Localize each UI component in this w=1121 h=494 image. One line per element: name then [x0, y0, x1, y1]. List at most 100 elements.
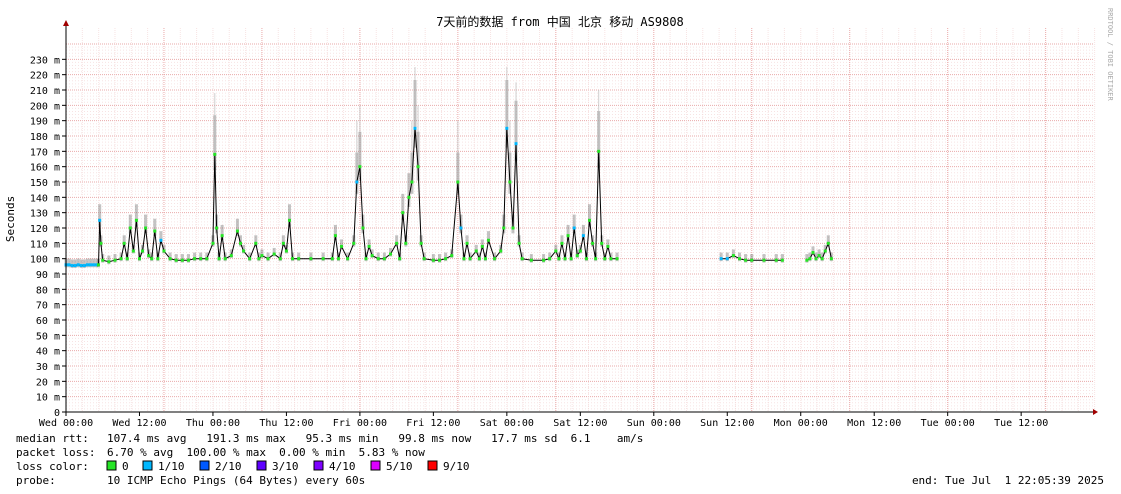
median-point: [499, 249, 503, 253]
x-axis-arrow: [1093, 409, 1098, 415]
median-point: [404, 241, 408, 245]
median-point: [321, 257, 325, 261]
median-point: [168, 257, 172, 261]
y-tick-label: 180 m: [30, 132, 60, 143]
median-point: [141, 249, 145, 253]
median-point: [731, 254, 735, 258]
packet-loss-label: packet loss:: [16, 446, 95, 459]
median-point: [67, 263, 71, 267]
median-point: [205, 257, 209, 261]
median-point: [266, 257, 270, 261]
median-point: [364, 257, 368, 261]
median-point: [554, 249, 558, 253]
median-point: [346, 257, 350, 261]
median-point: [119, 257, 123, 261]
median-point: [814, 257, 818, 261]
median-point: [281, 241, 285, 245]
median-point: [826, 241, 830, 245]
median-point: [297, 257, 301, 261]
median-point: [829, 257, 833, 261]
x-tick-label: Tue 12:00: [994, 418, 1048, 429]
grid: [65, 28, 1096, 413]
median-point: [505, 126, 509, 130]
median-point: [153, 229, 157, 233]
median-point: [407, 195, 411, 199]
x-tick-label: Fri 12:00: [406, 418, 460, 429]
y-tick-label: 30 m: [36, 362, 60, 373]
median-point: [355, 180, 359, 184]
median-point: [131, 249, 135, 253]
loss-color-swatch: [142, 460, 153, 471]
median-point: [480, 244, 484, 248]
median-point: [581, 234, 585, 238]
median-point: [548, 257, 552, 261]
median-point: [606, 244, 610, 248]
median-point: [805, 258, 809, 262]
median-point: [514, 142, 518, 146]
median-point: [101, 258, 105, 262]
median-point: [159, 238, 163, 242]
loss-color-swatch: [199, 460, 210, 471]
x-tick-label: Sun 12:00: [700, 418, 754, 429]
smokeping-chart: 7天前的数据 from 中国 北京 移动 AS9808 RRDTOOL / TO…: [4, 8, 1114, 487]
y-tick-label: 210 m: [30, 86, 60, 97]
median-point: [98, 218, 102, 222]
median-point: [287, 218, 291, 222]
median-point: [367, 244, 371, 248]
probe-label: probe:: [16, 474, 56, 487]
y-tick-label: 190 m: [30, 117, 60, 128]
loss-color-swatch: [106, 460, 117, 471]
median-point: [456, 180, 460, 184]
median-point: [217, 257, 221, 261]
median-point: [483, 257, 487, 261]
median-point: [220, 234, 224, 238]
loss-color-value: 5/10: [386, 460, 413, 473]
y-axis-label: Seconds: [4, 196, 17, 242]
median-point: [107, 260, 111, 264]
median-point: [572, 226, 576, 230]
median-point: [609, 257, 613, 261]
median-point: [254, 241, 258, 245]
median-point: [147, 254, 151, 258]
median-point: [82, 264, 86, 268]
median-point: [823, 249, 827, 253]
y-tick-label: 200 m: [30, 101, 60, 112]
median-point: [96, 263, 100, 267]
median-point: [750, 258, 754, 262]
median-point: [502, 226, 506, 230]
median-rtt-values: 107.4 ms avg 191.3 ms max 95.3 ms min 99…: [107, 432, 643, 445]
loss-color-value: 4/10: [329, 460, 356, 473]
x-tick-label: Tue 00:00: [921, 418, 975, 429]
median-point: [486, 238, 490, 242]
loss-color-value: 1/10: [158, 460, 185, 473]
x-tick-label: Thu 00:00: [186, 418, 240, 429]
median-point: [144, 226, 148, 230]
median-point: [738, 257, 742, 261]
y-tick-label: 100 m: [30, 255, 60, 266]
median-point: [459, 226, 463, 230]
median-point: [597, 149, 601, 153]
median-point: [125, 257, 129, 261]
y-tick-label: 170 m: [30, 147, 60, 158]
median-rtt-label: median rtt:: [16, 432, 89, 445]
median-point: [272, 252, 276, 256]
median-point: [560, 241, 564, 245]
median-point: [352, 241, 356, 245]
median-point: [584, 257, 588, 261]
median-point: [450, 254, 454, 258]
median-point: [213, 152, 217, 156]
median-point: [817, 254, 821, 258]
y-tick-label: 40 m: [36, 347, 60, 358]
median-point: [416, 165, 420, 169]
loss-color-swatch: [313, 460, 324, 471]
rrdtool-watermark: RRDTOOL / TOBI OETIKER: [1106, 8, 1114, 102]
median-point: [122, 241, 126, 245]
median-point: [557, 257, 561, 261]
median-point: [92, 263, 96, 267]
median-point: [150, 257, 154, 261]
median-point: [566, 234, 570, 238]
x-tick-label: Sat 12:00: [553, 418, 607, 429]
x-tick-label: Fri 00:00: [333, 418, 387, 429]
median-point: [529, 258, 533, 262]
median-point: [73, 264, 77, 268]
